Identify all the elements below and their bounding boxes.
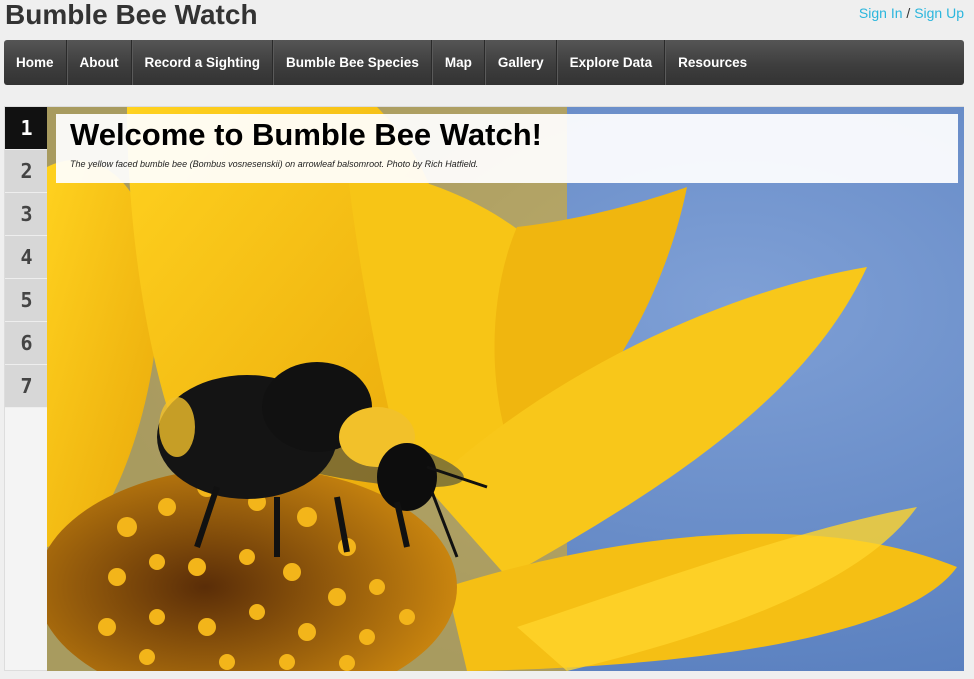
nav-item-home[interactable]: Home bbox=[4, 40, 67, 85]
slide-title: Welcome to Bumble Bee Watch! bbox=[70, 117, 542, 152]
auth-separator: / bbox=[906, 5, 911, 21]
auth-links: Sign In / Sign Up bbox=[859, 5, 964, 21]
nav-item-about[interactable]: About bbox=[66, 40, 132, 85]
nav-item-bumble-bee-species[interactable]: Bumble Bee Species bbox=[273, 40, 432, 85]
slide-tab-4[interactable]: 4 bbox=[5, 236, 48, 279]
slide-tab-2[interactable]: 2 bbox=[5, 150, 48, 193]
nav-item-explore-data[interactable]: Explore Data bbox=[556, 40, 666, 85]
sign-up-link[interactable]: Sign Up bbox=[914, 5, 964, 21]
slide-photo[interactable]: Welcome to Bumble Bee Watch! The yellow … bbox=[47, 107, 964, 671]
sign-in-link[interactable]: Sign In bbox=[859, 5, 903, 21]
bee-on-flower-image bbox=[47, 107, 964, 671]
nav-item-record-sighting[interactable]: Record a Sighting bbox=[131, 40, 274, 85]
slide-tab-3[interactable]: 3 bbox=[5, 193, 48, 236]
slide-caption: Welcome to Bumble Bee Watch! The yellow … bbox=[56, 114, 958, 183]
slide-tab-6[interactable]: 6 bbox=[5, 322, 48, 365]
slide-tab-1[interactable]: 1 bbox=[5, 107, 48, 150]
nav-item-map[interactable]: Map bbox=[431, 40, 485, 85]
slide-tab-5[interactable]: 5 bbox=[5, 279, 48, 322]
nav-item-resources[interactable]: Resources bbox=[665, 40, 759, 85]
slide-tab-7[interactable]: 7 bbox=[5, 365, 48, 408]
slide-tabs: 1 2 3 4 5 6 7 bbox=[5, 107, 48, 408]
slide-caption-text: The yellow faced bumble bee (Bombus vosn… bbox=[70, 159, 479, 169]
site-title[interactable]: Bumble Bee Watch bbox=[5, 0, 258, 31]
main-nav: Home About Record a Sighting Bumble Bee … bbox=[4, 40, 964, 85]
nav-item-gallery[interactable]: Gallery bbox=[484, 40, 557, 85]
image-slider: 1 2 3 4 5 6 7 Welcome to Bumble Bee Watc… bbox=[4, 106, 964, 671]
